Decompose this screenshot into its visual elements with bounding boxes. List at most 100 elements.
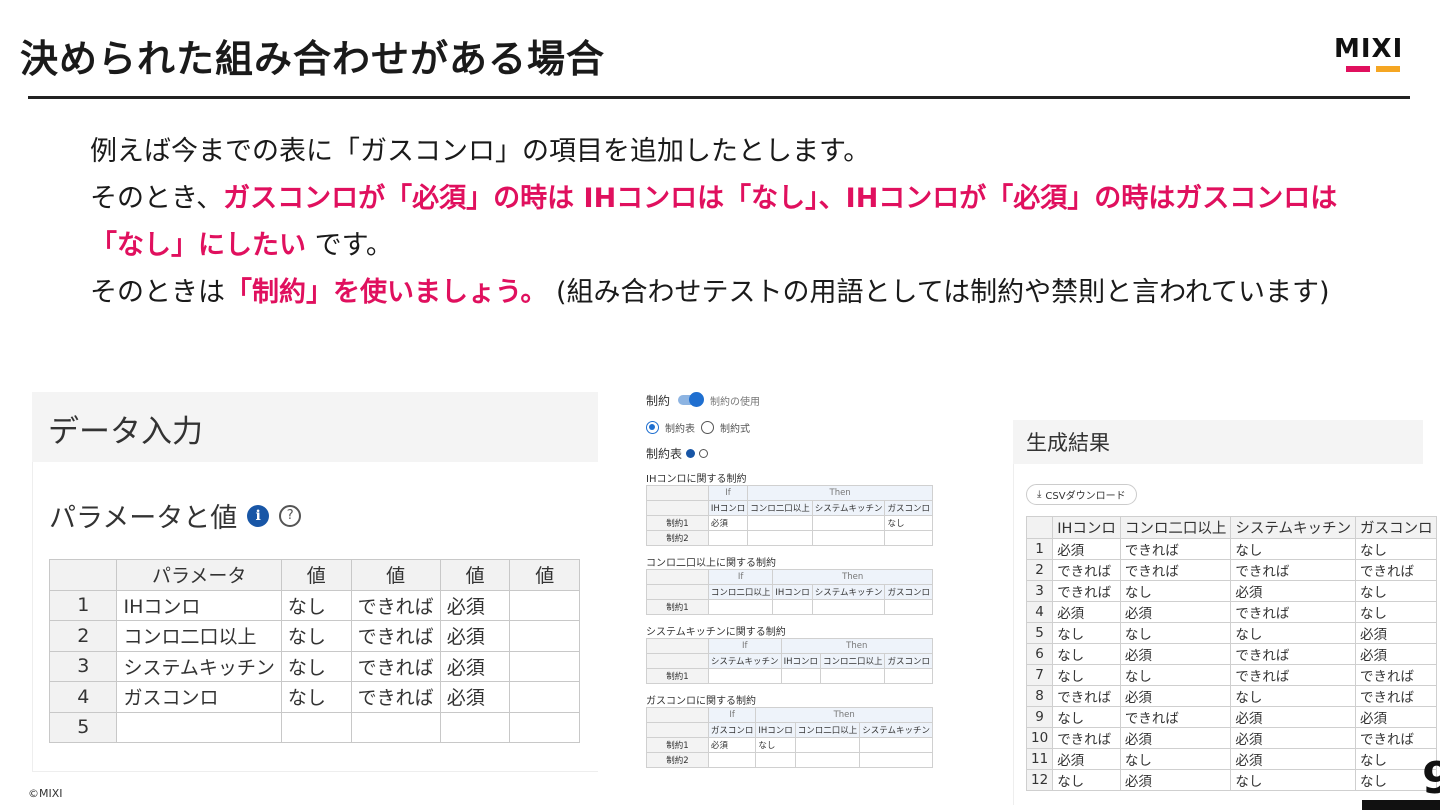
constraint-cell[interactable] [794, 752, 861, 768]
param-cell[interactable]: ガスコンロ [116, 681, 282, 713]
row-number: 1 [48, 589, 118, 621]
param-cell[interactable]: できれば [350, 681, 441, 713]
constraint-table: If Then コンロ二口以上 IHコンロ システムキッチン ガスコンロ 制約1 [646, 569, 933, 615]
row-number: 4 [48, 681, 118, 713]
constraint-cell[interactable]: なし [884, 515, 933, 531]
constraint-cell[interactable] [707, 668, 782, 684]
result-column-header [1025, 516, 1054, 539]
constraint-cell[interactable] [707, 530, 749, 546]
constraint-toggle[interactable] [678, 392, 705, 407]
radio-constraint-table[interactable] [646, 420, 659, 434]
constraint-cell[interactable] [747, 530, 813, 546]
row-number: 8 [1025, 685, 1054, 707]
constraint-cell[interactable] [859, 737, 933, 753]
param-cell[interactable] [509, 650, 580, 682]
constraint-cell[interactable]: 必須 [707, 515, 749, 531]
constraint-row: 制約1 [646, 668, 933, 684]
param-cell[interactable] [509, 711, 580, 743]
param-column-header: 値 [280, 559, 352, 591]
body-text: 例えば今までの表に「ガスコンロ」の項目を追加したとします。 そのとき、ガスコンロ… [90, 128, 1410, 316]
param-cell[interactable]: できれば [350, 620, 441, 652]
constraint-row-label: 制約1 [646, 515, 709, 531]
param-cell[interactable]: 必須 [439, 650, 511, 682]
constraint-header-row: If Then [646, 569, 933, 585]
result-table-row: 7 なし なし できれば できれば [1025, 664, 1438, 686]
help-icon[interactable]: ? [279, 504, 302, 527]
result-cell: できれば [1230, 664, 1356, 686]
param-cell[interactable]: 必須 [439, 589, 511, 621]
constraint-block-title: コンロ二口以上に関する制約 [646, 558, 776, 569]
constraint-cell[interactable] [707, 599, 774, 615]
param-cell[interactable] [509, 681, 580, 713]
param-cell[interactable]: 必須 [439, 620, 511, 652]
constraint-cell[interactable] [811, 530, 886, 546]
param-cell[interactable]: なし [280, 681, 352, 713]
results-panel: 生成結果 ⤓ CSVダウンロード IHコンロ コンロ二口以上 システムキッチン ガスコ… [1013, 420, 1438, 805]
param-cell[interactable] [439, 711, 511, 743]
constraint-cell[interactable] [772, 599, 813, 615]
csv-download-button[interactable]: ⤓ CSVダウンロード [1026, 484, 1137, 505]
info-icon[interactable]: i [247, 504, 270, 527]
info-icon[interactable] [686, 448, 696, 458]
param-table-header: パラメータ値値値値 [48, 559, 580, 591]
param-cell[interactable] [509, 620, 580, 652]
radio-constraint-formula[interactable] [701, 420, 714, 434]
param-cell[interactable] [280, 711, 352, 743]
param-cell[interactable] [350, 711, 441, 743]
constraint-cell[interactable]: 必須 [707, 737, 757, 753]
constraint-row-label: 制約2 [646, 752, 709, 768]
constraint-column-header: システムキッチン [859, 722, 933, 738]
constraint-cell[interactable] [811, 599, 886, 615]
result-cell: なし [1052, 643, 1121, 665]
param-cell[interactable]: 必須 [439, 681, 511, 713]
constraint-cell[interactable] [884, 668, 933, 684]
constraint-cell[interactable] [780, 668, 821, 684]
constraint-row: 制約1 [646, 599, 933, 615]
constraint-table: If Then システムキッチン IHコンロ コンロ二口以上 ガスコンロ 制約1 [646, 638, 934, 684]
constraint-column-header: ガスコンロ [884, 584, 933, 600]
param-table-row: 2 コンロ二口以上 なし できれば 必須 [48, 620, 580, 652]
param-cell[interactable]: なし [280, 589, 352, 621]
body-line-4-emphasis: 「制約」を使いましょう。 [225, 277, 548, 308]
constraint-cell[interactable] [794, 737, 861, 753]
constraint-cell[interactable] [819, 668, 886, 684]
constraint-cell[interactable] [747, 515, 813, 531]
result-cell: なし [1119, 580, 1232, 602]
param-cell[interactable] [116, 711, 282, 743]
constraint-cell[interactable] [884, 530, 933, 546]
constraint-blocks: IHコンロに関する制約 If Then IHコンロ コンロ二口以上 システムキッチン ガスコ… [646, 470, 936, 768]
constraint-cell[interactable] [707, 752, 757, 768]
param-column-header: 値 [509, 559, 580, 591]
body-line-2: そのとき、ガスコンロが「必須」の時は IHコンロは「なし」、IHコンロが「必須」… [90, 175, 1410, 222]
param-cell[interactable]: システムキッチン [116, 650, 282, 682]
param-cell[interactable]: できれば [350, 589, 441, 621]
param-cell[interactable] [509, 589, 580, 621]
result-cell: なし [1119, 622, 1232, 644]
body-line-2-prefix: そのとき、 [90, 183, 224, 214]
result-cell: 必須 [1354, 643, 1438, 665]
results-header: 生成結果 [1013, 420, 1423, 464]
param-cell[interactable]: なし [280, 620, 352, 652]
data-input-panel: データ入力 パラメータと値 i ? パラメータ値値値値 1 IHコンロ なし できれば… [32, 392, 598, 772]
help-icon[interactable] [699, 448, 709, 458]
param-cell[interactable]: コンロ二口以上 [116, 620, 282, 652]
param-column-header: 値 [439, 559, 511, 591]
result-table-header: IHコンロ コンロ二口以上 システムキッチン ガスコンロ [1025, 516, 1438, 539]
constraint-cell[interactable] [755, 752, 796, 768]
constraint-cell[interactable] [811, 515, 886, 531]
param-cell[interactable]: なし [280, 650, 352, 682]
result-cell: 必須 [1230, 727, 1356, 749]
result-table-body: 1 必須 できれば なし なし 2 できれば できれば できれば できれば 3 できれば なし 必須 なし 4… [1025, 538, 1438, 791]
constraint-cell[interactable] [859, 752, 933, 768]
row-number: 9 [1025, 706, 1054, 728]
param-cell[interactable]: IHコンロ [116, 589, 282, 621]
constraint-column-header: ガスコンロ [884, 653, 933, 669]
constraint-column-header: IHコンロ [772, 584, 813, 600]
constraint-if-header: If [707, 485, 749, 501]
constraint-cell[interactable] [884, 599, 933, 615]
constraint-cell[interactable]: なし [755, 737, 796, 753]
row-number: 5 [48, 711, 118, 743]
param-cell[interactable]: できれば [350, 650, 441, 682]
constraint-row-label: 制約1 [646, 599, 709, 615]
param-table: パラメータ値値値値 1 IHコンロ なし できれば 必須 2 コンロ二口以上 なし できれば 必須… [48, 559, 580, 743]
